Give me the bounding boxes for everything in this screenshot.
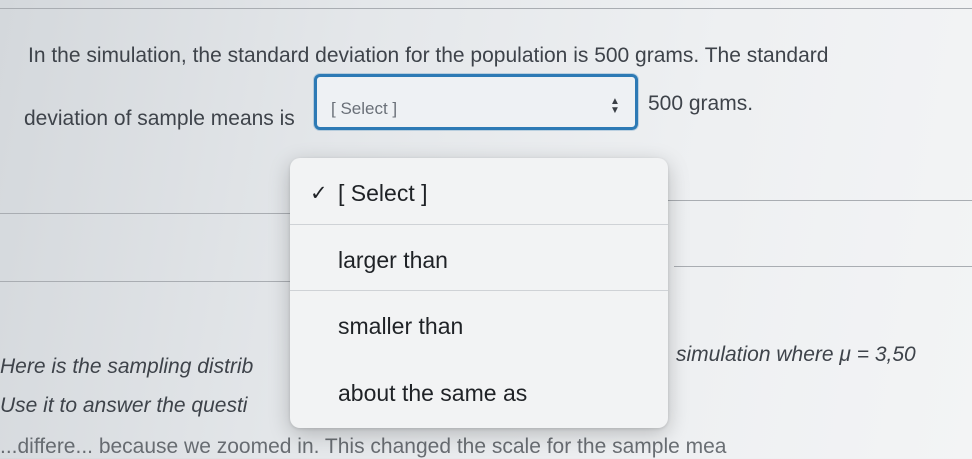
comparison-select[interactable]: [ Select ] ▲ ▼: [314, 74, 638, 130]
background-text-answer: Use it to answer the questi: [0, 394, 248, 417]
option-select[interactable]: ✓ [ Select ]: [290, 158, 668, 222]
background-text-sampling: Here is the sampling distrib: [0, 355, 254, 378]
option-about-the-same-as[interactable]: about the same as: [290, 358, 668, 422]
option-label: [ Select ]: [338, 180, 428, 206]
background-text-zoomed: ...differe... because we zoomed in. This…: [0, 435, 727, 458]
question-text-line1: In the simulation, the standard deviatio…: [28, 44, 829, 67]
background-text-simulation: simulation where μ = 3,50: [676, 343, 916, 366]
option-label: larger than: [338, 247, 448, 273]
top-divider: [0, 8, 972, 9]
select-options-list: ✓ [ Select ] larger than smaller than ab…: [290, 158, 668, 428]
answer-divider-left-1: [0, 213, 292, 214]
question-text-line2-prefix: deviation of sample means is: [24, 107, 295, 130]
question-text-line2-suffix: 500 grams.: [648, 92, 754, 115]
option-label: smaller than: [338, 313, 464, 339]
answer-divider-right-2: [674, 266, 972, 267]
checkmark-icon: ✓: [310, 182, 328, 205]
option-smaller-than[interactable]: smaller than: [290, 290, 668, 355]
answer-divider-left-2: [0, 281, 292, 282]
option-larger-than[interactable]: larger than: [290, 224, 668, 289]
answer-divider-right-1: [668, 200, 972, 201]
option-label: about the same as: [338, 380, 528, 406]
select-current-value: [ Select ]: [331, 99, 398, 118]
up-down-chevron-icon: ▲ ▼: [610, 96, 620, 116]
